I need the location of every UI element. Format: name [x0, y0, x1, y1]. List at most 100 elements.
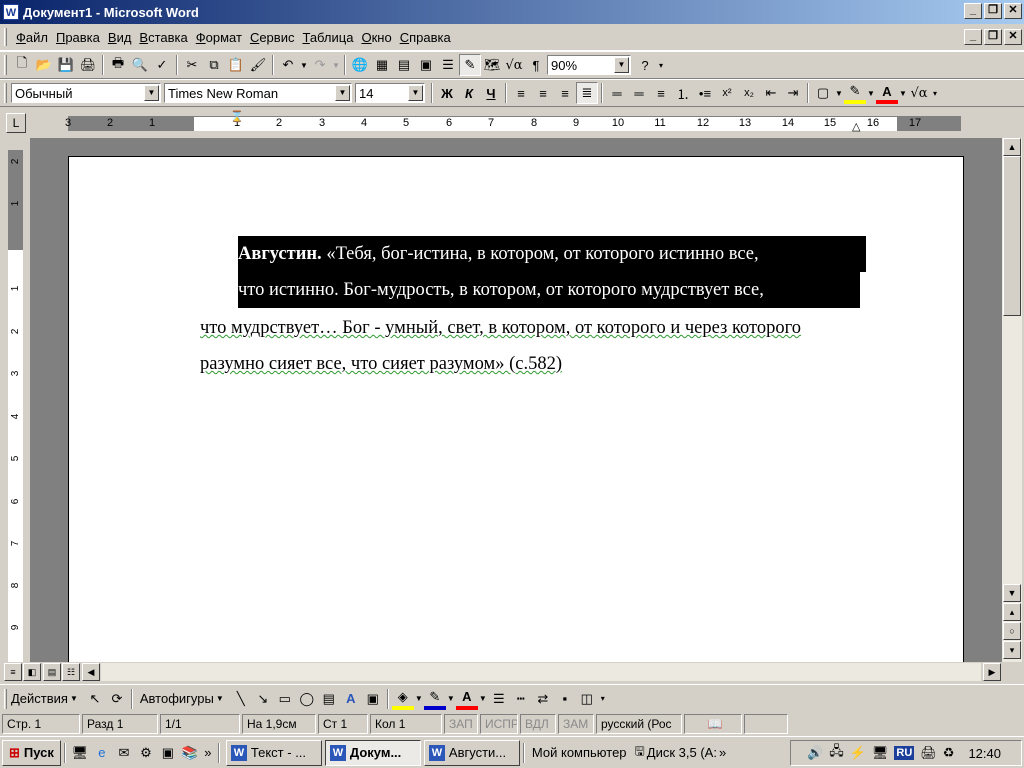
3d-icon[interactable]: ◫ [576, 688, 598, 710]
permission-icon[interactable]: 🖨 [77, 54, 99, 76]
select-browse-object-icon[interactable]: ○ [1003, 622, 1021, 640]
dash-style-icon[interactable]: ┅ [510, 688, 532, 710]
redo-icon[interactable]: ↷ [309, 54, 331, 76]
page[interactable]: Августин. «Тебя, бог-истина, в котором, … [68, 156, 964, 662]
toolbar-grip[interactable] [4, 55, 7, 75]
status-extend[interactable]: ВДЛ [520, 714, 556, 734]
bold-icon[interactable]: Ж [436, 82, 458, 104]
chevron-down-icon[interactable]: ▼ [408, 85, 423, 101]
arrow-icon[interactable]: ↘ [252, 688, 274, 710]
scroll-left-icon[interactable]: ◀ [82, 663, 100, 681]
outlook-icon[interactable]: ✉ [113, 742, 135, 764]
line-color-dropdown-icon[interactable]: ▼ [446, 688, 456, 710]
help-icon[interactable]: ? [634, 54, 656, 76]
menu-insert[interactable]: Вставка [135, 30, 191, 45]
media-icon[interactable]: ▣ [157, 742, 179, 764]
redo-dropdown-icon[interactable]: ▼ [331, 54, 341, 76]
superscript-icon[interactable]: x² [716, 82, 738, 104]
select-objects-icon[interactable]: ↖ [84, 688, 106, 710]
clip-art-icon[interactable]: ▣ [362, 688, 384, 710]
chevron-down-icon[interactable]: ▼ [70, 694, 78, 703]
highlight-icon[interactable]: ✎ [844, 82, 866, 104]
oval-icon[interactable]: ◯ [296, 688, 318, 710]
power-icon[interactable]: ⚡ [850, 745, 866, 761]
text-line-1[interactable]: Августин. «Тебя, бог-истина, в котором, … [238, 236, 866, 272]
paste-icon[interactable]: 📋 [225, 54, 247, 76]
menu-view[interactable]: Вид [104, 30, 136, 45]
menu-edit[interactable]: Правка [52, 30, 104, 45]
menu-format[interactable]: Формат [192, 30, 246, 45]
spelling-icon[interactable]: ✓ [151, 54, 173, 76]
bullets-icon[interactable]: •≡ [694, 82, 716, 104]
chevron-down-icon[interactable]: ▼ [614, 57, 629, 73]
equation-icon[interactable]: √α [503, 54, 525, 76]
menu-window[interactable]: Окно [357, 30, 395, 45]
clock[interactable]: 12:40 [968, 746, 1001, 761]
status-record[interactable]: ЗАП [444, 714, 478, 734]
right-indent-marker[interactable]: △ [852, 120, 860, 133]
line-color-icon[interactable]: ✎ [423, 688, 446, 710]
align-center-icon[interactable]: ≡ [532, 82, 554, 104]
undo-dropdown-icon[interactable]: ▼ [299, 54, 309, 76]
show-desktop-icon[interactable]: 🖥 [69, 742, 91, 764]
close-button[interactable]: ✕ [1004, 3, 1022, 19]
drawing-icon[interactable]: ✎ [459, 54, 481, 76]
open-folder-icon[interactable]: 📂 [33, 54, 55, 76]
toolbar-options-icon[interactable]: ▾ [656, 54, 666, 76]
print-layout-icon[interactable]: ▤ [43, 663, 61, 681]
chevron-down-icon[interactable]: ▼ [335, 85, 350, 101]
font-color-icon[interactable]: A [876, 82, 898, 104]
normal-view-icon[interactable]: ≡ [4, 663, 22, 681]
increase-indent-icon[interactable]: ⇥ [782, 82, 804, 104]
text-line-3[interactable]: что мудрствует… Бог - умный, свет, в кот… [200, 310, 801, 346]
text-line-2[interactable]: что истинно. Бог-мудрость, в котором, от… [238, 272, 860, 308]
zoom-select[interactable]: 90% ▼ [547, 55, 631, 75]
display-icon[interactable]: 🖥 [872, 745, 889, 761]
books-icon[interactable]: 📚 [179, 742, 201, 764]
undo-icon[interactable]: ↶ [277, 54, 299, 76]
scroll-thumb[interactable] [1003, 156, 1021, 316]
doc-close-button[interactable]: ✕ [1004, 29, 1022, 45]
insert-table-icon[interactable]: ▤ [393, 54, 415, 76]
font-size-select[interactable]: 14 ▼ [355, 83, 425, 103]
scroll-down-icon[interactable]: ▼ [1003, 584, 1021, 602]
wordart-icon[interactable]: A [340, 688, 362, 710]
show-formatting-icon[interactable]: ¶ [525, 54, 547, 76]
line-icon[interactable]: ╲ [230, 688, 252, 710]
document-map-icon[interactable]: 🗺 [481, 54, 503, 76]
language-indicator[interactable]: RU [894, 746, 915, 760]
equation-icon[interactable]: √α [908, 82, 930, 104]
font-color-dropdown-icon[interactable]: ▼ [898, 82, 908, 104]
task-augustine-document[interactable]: W Августи... [423, 739, 520, 766]
antivirus-icon[interactable]: ♻ [943, 745, 955, 761]
tab-selector-button[interactable]: L [6, 113, 26, 133]
borders-icon[interactable]: ▢ [812, 82, 834, 104]
my-computer-link[interactable]: Мой компьютер [532, 745, 627, 760]
copy-icon[interactable]: ⧉ [203, 54, 225, 76]
tables-borders-icon[interactable]: ▦ [371, 54, 393, 76]
print-icon[interactable]: 🖶 [107, 54, 129, 76]
new-document-icon[interactable]: 🗋 [11, 54, 33, 76]
horizontal-scrollbar[interactable]: ≡ ◧ ▤ ☷ ◀ ▶ [0, 662, 1024, 682]
vertical-ruler[interactable]: 2 1 1 2 3 4 5 6 7 8 9 [0, 138, 30, 662]
align-left-icon[interactable]: ≡ [510, 82, 532, 104]
cut-icon[interactable]: ✂ [181, 54, 203, 76]
printer-icon[interactable]: 🖨 [920, 745, 937, 761]
network-icon[interactable]: 🖧 [829, 742, 844, 764]
task-text-document[interactable]: W Текст - ... [225, 739, 322, 766]
menu-help[interactable]: Справка [396, 30, 455, 45]
print-preview-icon[interactable]: 🔍 [129, 54, 151, 76]
scroll-up-icon[interactable]: ▲ [1003, 138, 1021, 156]
document-area[interactable]: Августин. «Тебя, бог-истина, в котором, … [30, 138, 1002, 662]
word-app-icon[interactable]: W [3, 4, 19, 20]
task-document1[interactable]: W Докум... [324, 739, 421, 766]
previous-page-icon[interactable]: ▴ [1003, 603, 1021, 621]
subscript-icon[interactable]: x₂ [738, 82, 760, 104]
menu-file[interactable]: Файл [12, 30, 52, 45]
actions-menu[interactable]: Действия [11, 691, 68, 706]
line-spacing-icon[interactable]: ═ [606, 82, 628, 104]
status-track-changes[interactable]: ИСПР [480, 714, 518, 734]
columns-icon[interactable]: ☰ [437, 54, 459, 76]
line-spacing-2-icon[interactable]: ≡ [650, 82, 672, 104]
fill-dropdown-icon[interactable]: ▼ [414, 688, 424, 710]
